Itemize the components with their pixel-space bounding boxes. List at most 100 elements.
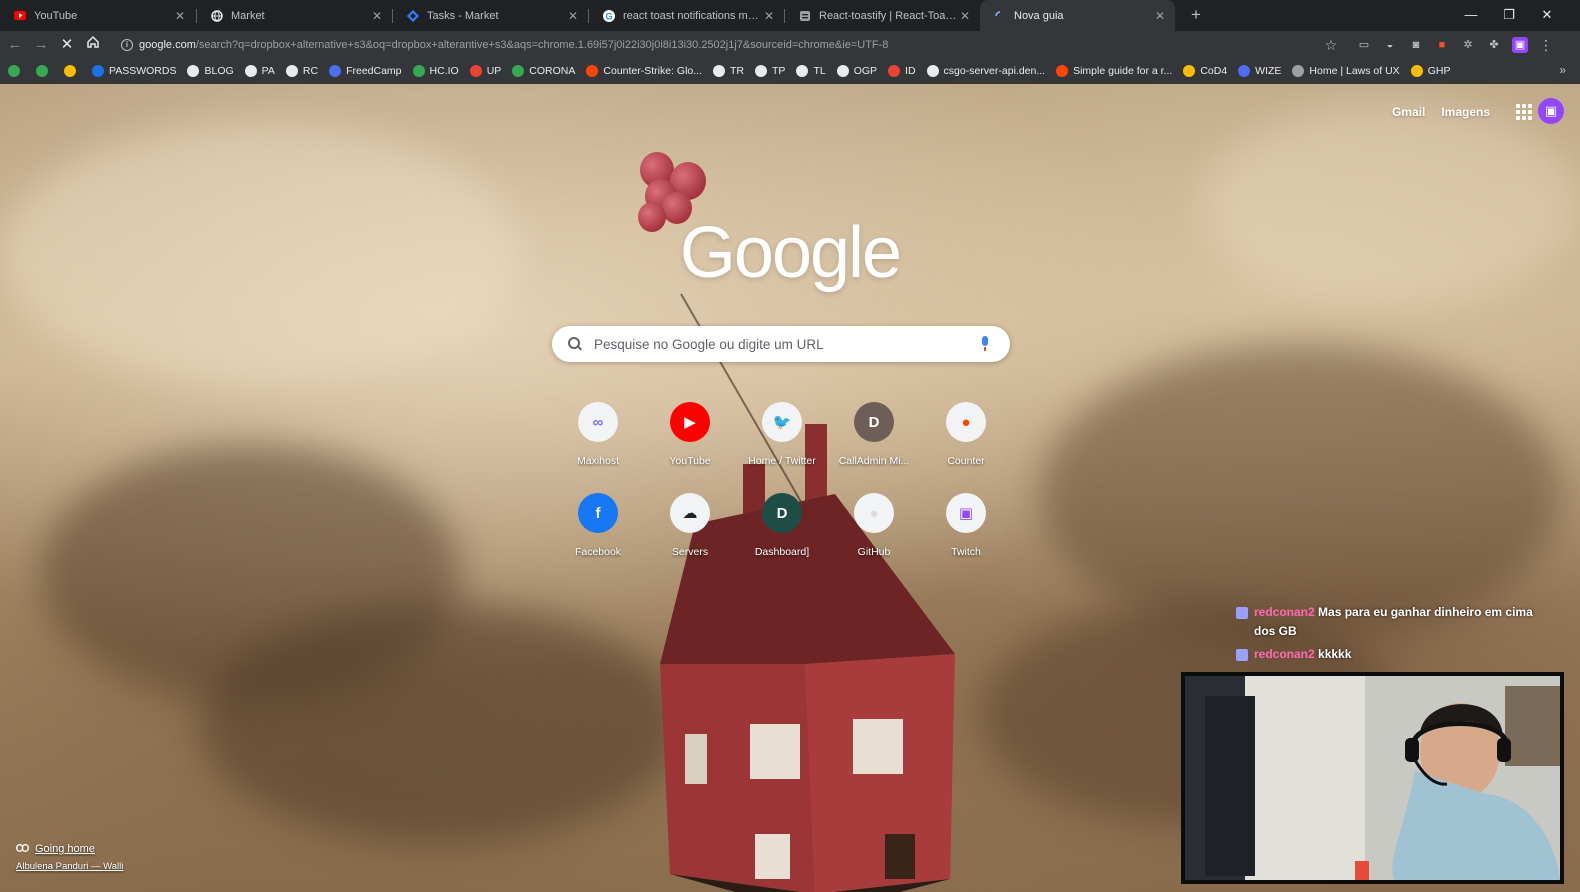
extension-camera-icon[interactable]: ◙ — [1408, 37, 1424, 53]
bookmark-item[interactable] — [64, 65, 81, 77]
shortcut-label: YouTube — [669, 455, 711, 467]
shortcut-tile[interactable]: 🐦 Home / Twitter — [736, 402, 828, 467]
tab-title: React-toastify | React-Toastify — [819, 9, 958, 22]
bookmark-item[interactable]: TR — [713, 65, 744, 77]
bookmark-item[interactable]: csgo-server-api.den... — [926, 65, 1045, 77]
bookmark-label: Home | Laws of UX — [1309, 65, 1400, 77]
bookmark-item[interactable]: GHP — [1410, 65, 1450, 77]
tab-title: react toast notifications mobile - — [623, 9, 762, 22]
gmail-link[interactable]: Gmail — [1392, 105, 1425, 119]
menu-dots-icon[interactable]: ⋮ — [1538, 37, 1554, 53]
tab-nova-guia[interactable]: Nova guia ✕ — [980, 0, 1175, 31]
close-icon[interactable]: ✕ — [958, 9, 972, 23]
bookmark-item[interactable]: Counter-Strike: Glo... — [586, 65, 702, 77]
shortcut-tile[interactable]: D CallAdmin Mi... — [828, 402, 920, 467]
bookmark-item[interactable] — [36, 65, 53, 77]
extension-screen-icon[interactable]: ▭ — [1356, 37, 1372, 53]
bookmark-item[interactable]: OGP — [836, 65, 878, 77]
shortcut-label: GitHub — [857, 546, 891, 558]
shortcut-icon: ● — [854, 493, 894, 533]
bookmarks-overflow-icon[interactable]: » — [1559, 63, 1566, 77]
svg-text:G: G — [605, 11, 612, 21]
address-bar[interactable]: i google.com /search?q=dropbox+alternati… — [113, 35, 1348, 55]
bookmark-icon — [64, 65, 76, 77]
shortcut-tile[interactable]: ● Counter — [920, 402, 1012, 467]
bookmark-item[interactable]: TP — [755, 65, 785, 77]
tab-react-toastify[interactable]: React-toastify | React-Toastify ✕ — [785, 0, 980, 31]
home-button[interactable] — [83, 35, 103, 55]
bookmark-label: PASSWORDS — [109, 65, 177, 77]
bookmark-item[interactable]: BLOG — [187, 65, 234, 77]
bookmark-item[interactable]: CORONA — [512, 65, 575, 77]
close-icon[interactable]: ✕ — [1153, 9, 1167, 23]
tab-react-toast-search[interactable]: G react toast notifications mobile - ✕ — [589, 0, 784, 31]
bookmark-item[interactable]: CoD4 — [1183, 65, 1227, 77]
bookmark-item[interactable]: PA — [244, 65, 275, 77]
extension-gear-icon[interactable]: ✲ — [1460, 37, 1476, 53]
bookmark-item[interactable]: Simple guide for a r... — [1056, 65, 1172, 77]
new-tab-button[interactable]: + — [1186, 5, 1206, 25]
bookmark-icon — [512, 65, 525, 77]
bookmark-item[interactable]: RC — [285, 65, 318, 77]
stop-button[interactable]: ✕ — [57, 35, 77, 55]
tab-youtube[interactable]: YouTube ✕ — [0, 0, 195, 31]
extension-twitch-icon[interactable]: ▣ — [1512, 37, 1528, 53]
forward-button[interactable]: → — [31, 35, 51, 55]
shortcut-tile[interactable]: ▣ Twitch — [920, 493, 1012, 558]
bookmark-label: HC.IO — [429, 65, 459, 77]
attribution-link[interactable]: Going home — [16, 843, 123, 855]
shortcut-tile[interactable]: ∞ Maxihost — [552, 402, 644, 467]
minimize-button[interactable]: — — [1452, 0, 1490, 31]
extensions-puzzle-icon[interactable]: ✤ — [1486, 37, 1502, 53]
restore-button[interactable]: ❐ — [1490, 0, 1528, 31]
bookmark-label: OGP — [853, 65, 878, 77]
bookmark-item[interactable]: PASSWORDS — [92, 65, 176, 77]
chat-username: redconan2 — [1254, 647, 1315, 661]
loading-icon — [994, 10, 1006, 22]
back-button[interactable]: ← — [5, 35, 25, 55]
close-window-button[interactable]: ✕ — [1528, 0, 1566, 31]
shortcut-icon: f — [578, 493, 618, 533]
bookmark-star-icon[interactable]: ☆ — [1323, 37, 1339, 53]
shortcut-tile[interactable]: ▶ YouTube — [644, 402, 736, 467]
apps-grid-icon[interactable] — [1516, 104, 1532, 120]
bookmark-icon — [92, 65, 104, 77]
search-input[interactable] — [594, 336, 978, 352]
bookmark-item[interactable]: FreedCamp — [329, 65, 402, 77]
search-box[interactable] — [552, 326, 1010, 362]
close-icon[interactable]: ✕ — [762, 9, 776, 23]
images-link[interactable]: Imagens — [1441, 105, 1490, 119]
shortcut-tile[interactable]: ● GitHub — [828, 493, 920, 558]
bookmark-item[interactable]: UP — [469, 65, 501, 77]
chat-username: redconan2 — [1254, 605, 1315, 619]
docs-icon — [799, 10, 811, 22]
bookmark-item[interactable]: WIZE — [1238, 65, 1281, 77]
info-icon[interactable]: i — [121, 39, 133, 51]
tab-tasks-market[interactable]: Tasks - Market ✕ — [393, 0, 588, 31]
tab-market[interactable]: Market ✕ — [197, 0, 392, 31]
shortcut-tile[interactable]: ☁ Servers — [644, 493, 736, 558]
bookmark-icon — [926, 65, 939, 77]
bookmark-item[interactable]: TL — [796, 65, 826, 77]
close-icon[interactable]: ✕ — [173, 9, 187, 23]
extension-figma-icon[interactable]: ■ — [1434, 37, 1450, 53]
account-avatar[interactable]: ▣ — [1538, 98, 1564, 124]
shortcut-icon: D — [762, 493, 802, 533]
shortcut-label: Home / Twitter — [748, 455, 816, 467]
tab-title: YouTube — [34, 9, 78, 22]
bookmark-item[interactable]: Home | Laws of UX — [1292, 65, 1400, 77]
top-links: Gmail Imagens — [1392, 104, 1532, 120]
close-icon[interactable]: ✕ — [566, 9, 580, 23]
webcam-overlay — [1181, 672, 1564, 884]
shortcut-tile[interactable]: f Facebook — [552, 493, 644, 558]
attribution-author[interactable]: Albulena Panduri — Walli — [16, 861, 123, 872]
microphone-icon[interactable] — [978, 336, 992, 352]
bookmark-item[interactable]: HC.IO — [412, 65, 459, 77]
bookmark-label: Counter-Strike: Glo... — [603, 65, 703, 77]
shortcut-label: Maxihost — [576, 455, 619, 467]
extension-incognito-icon[interactable]: ◒ — [1382, 37, 1398, 53]
shortcut-tile[interactable]: D Dashboard] — [736, 493, 828, 558]
bookmark-item[interactable]: ID — [888, 65, 916, 77]
bookmark-item[interactable] — [8, 65, 25, 77]
close-icon[interactable]: ✕ — [370, 9, 384, 23]
